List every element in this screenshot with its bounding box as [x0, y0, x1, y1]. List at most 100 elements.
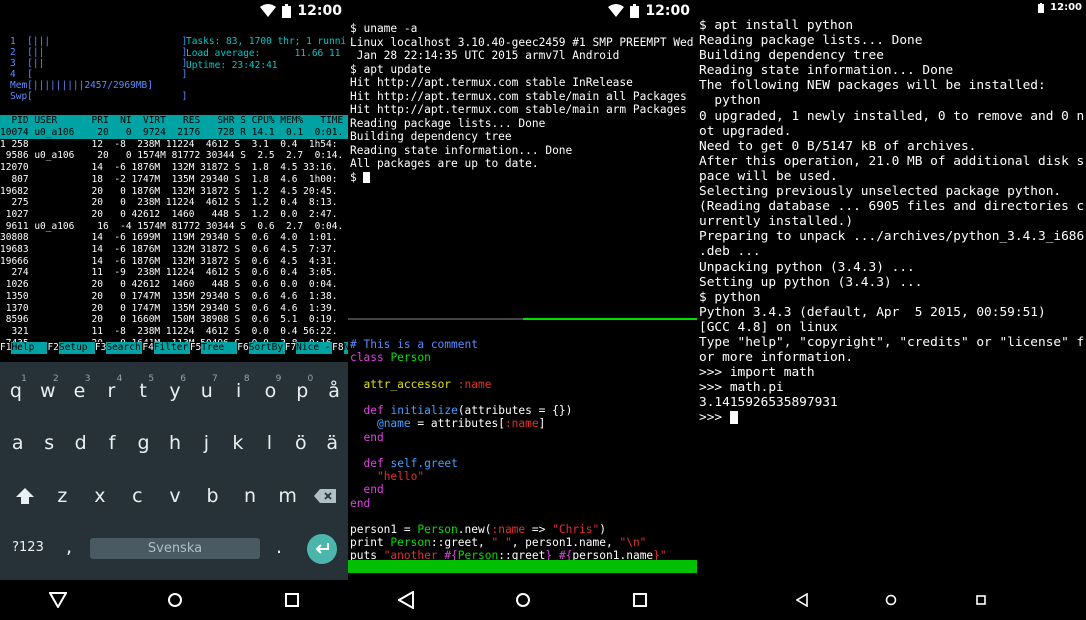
key-hint: 8 [243, 374, 250, 384]
python-terminal[interactable]: $ apt install python Reading package list… [699, 18, 1084, 426]
key-g[interactable]: g [129, 422, 159, 464]
terminal-line: Selecting previously unselected package … [699, 184, 1062, 200]
terminal-line: >>> math.pi [699, 380, 784, 396]
process-row[interactable]: 274 11 -9 238M 11224 4612 S 0.6 0.4 3:05… [0, 267, 350, 279]
key-r[interactable]: r4 [96, 370, 126, 412]
terminal-line: $ python [699, 289, 761, 305]
process-row[interactable]: 1027 20 0 42612 1460 448 S 1.2 0.0 2:47. [0, 209, 350, 221]
enter-icon [315, 543, 329, 554]
fkey-tree[interactable]: F5 Tree [189, 342, 238, 354]
key-y[interactable]: y6 [160, 370, 190, 412]
key-b[interactable]: b [198, 475, 228, 517]
symbols-key[interactable]: ?123 [8, 526, 48, 568]
key-p[interactable]: p0 [287, 370, 317, 412]
shift-icon [15, 488, 34, 504]
key-f[interactable]: f [97, 422, 127, 464]
home-button[interactable] [160, 585, 190, 615]
status-bar: 12:00 [0, 0, 350, 24]
terminal-line: Building dependency tree [350, 130, 512, 143]
key-x[interactable]: x [85, 475, 115, 517]
key-c[interactable]: c [122, 475, 152, 517]
enter-key[interactable] [307, 534, 337, 564]
keyboard-row-3: zxcvbnm [0, 475, 350, 517]
back-button[interactable] [787, 585, 817, 615]
init-args: (attributes = {}) [457, 404, 573, 418]
key-h[interactable]: h [160, 422, 190, 464]
key-j[interactable]: j [191, 422, 221, 464]
process-row[interactable]: 1370 20 0 1747M 135M 29340 S 0.6 4.6 1:3… [0, 303, 350, 315]
process-row[interactable]: 807 18 -2 1747M 135M 29340 S 1.8 4.6 1h0… [0, 174, 350, 186]
back-button[interactable] [391, 585, 421, 615]
tmux-top-pane[interactable]: $ uname -a Linux localhost 3.10.40-geec24… [350, 22, 694, 184]
terminal-line: or more information. [699, 350, 854, 366]
process-row[interactable]: 19682 20 0 1876M 132M 31872 S 1.2 4.5 20… [0, 186, 350, 198]
space-bar[interactable]: Svenska [90, 538, 260, 559]
process-row[interactable]: 9611 u0_a106 16 -4 1574M 81772 30344 S 0… [0, 221, 350, 233]
process-row[interactable]: 275 20 0 238M 11224 4612 S 1.2 0.4 8:13. [0, 197, 350, 209]
recents-button[interactable] [966, 585, 996, 615]
fkey-help[interactable]: F1 Help [0, 342, 48, 354]
process-row[interactable]: 12070 14 -6 1876M 132M 31872 S 1.8 4.5 3… [0, 162, 350, 174]
key-i[interactable]: i8 [224, 370, 254, 412]
fkey-label: Filter [153, 342, 190, 354]
key-e[interactable]: e3 [65, 370, 95, 412]
process-row[interactable]: 321 11 -8 238M 11224 4612 S 0.0 0.4 56:2… [0, 326, 350, 338]
backspace-key[interactable] [310, 475, 340, 517]
key-v[interactable]: v [160, 475, 190, 517]
recents-button[interactable] [625, 585, 655, 615]
process-row[interactable]: 1350 20 0 1747M 135M 29340 S 0.6 4.6 1:3… [0, 291, 350, 303]
key-s[interactable]: s [34, 422, 64, 464]
vim-ruby-pane[interactable]: # This is a comment class Person attr_ac… [350, 325, 667, 563]
clock: 12:00 [645, 3, 690, 19]
cpu-meter-line: Swp[ ] [10, 91, 188, 102]
key-z[interactable]: z [47, 475, 77, 517]
key-å[interactable]: å [319, 370, 349, 412]
recents-button[interactable] [277, 585, 307, 615]
key-m[interactable]: m [273, 475, 303, 517]
process-row[interactable]: 30808 14 -6 1699M 119M 29340 S 0.6 4.0 1… [0, 232, 350, 244]
code-token: ::greet, [430, 536, 492, 550]
back-button[interactable] [43, 585, 73, 615]
key-hint: 7 [212, 374, 218, 384]
key-a[interactable]: a [3, 422, 33, 464]
fkey-setup[interactable]: F2 Setup [47, 342, 95, 354]
keyword-end: end [363, 483, 384, 497]
cursor [729, 411, 738, 425]
fkey-sortby[interactable]: F6 SortBy [237, 342, 285, 354]
process-row[interactable]: 8596 20 0 1660M 150M 38908 S 0.6 5.1 0:1… [0, 314, 350, 326]
key-q[interactable]: q1 [1, 370, 31, 412]
key-k[interactable]: k [223, 422, 253, 464]
key-ö[interactable]: ö [286, 422, 316, 464]
key-n[interactable]: n [235, 475, 265, 517]
key-ä[interactable]: ä [317, 422, 347, 464]
fkey-nice[interactable]: F7 Nice - [284, 342, 333, 354]
home-button[interactable] [508, 585, 538, 615]
home-icon [515, 593, 530, 607]
fkey-search[interactable]: F3 Search [94, 342, 143, 354]
process-row[interactable]: 19683 14 -6 1876M 132M 31872 S 0.6 4.5 7… [0, 244, 350, 256]
key-t[interactable]: t5 [128, 370, 158, 412]
process-row[interactable]: 9586 u0_a106 20 0 1574M 81772 30344 S 2.… [0, 150, 350, 162]
key-l[interactable]: l [254, 422, 284, 464]
process-row[interactable]: 1 258 12 -8 238M 11224 4612 S 3.1 0.4 1h… [0, 139, 350, 151]
comma-key[interactable]: , [54, 526, 84, 568]
process-row[interactable]: 19666 14 -6 1876M 132M 31872 S 0.6 4.5 4… [0, 256, 350, 268]
terminal-line: python [699, 93, 761, 109]
process-row[interactable]: 1026 20 0 42612 1460 448 S 0.6 0.0 0:04. [0, 279, 350, 291]
key-u[interactable]: u7 [192, 370, 222, 412]
code-token: Person [390, 536, 431, 550]
clock: 12:00 [297, 3, 342, 19]
terminal-line: All packages are up to date. [350, 157, 539, 170]
home-button[interactable] [876, 585, 906, 615]
period-key[interactable]: . [264, 526, 294, 568]
key-d[interactable]: d [66, 422, 96, 464]
key-w[interactable]: w2 [33, 370, 63, 412]
fkey-filter[interactable]: F4 Filter [142, 342, 190, 354]
code-token: .new( [457, 523, 492, 537]
shift-key[interactable] [10, 475, 40, 517]
terminal-line: Hit http://apt.termux.com stable/main al… [350, 89, 687, 103]
fkey-number: F6 [237, 342, 249, 354]
process-row[interactable]: 10074 u0_a106 20 0 9724 2176 728 R 14.1 … [0, 127, 350, 139]
fkey-number: F1 [0, 342, 12, 354]
key-o[interactable]: o9 [255, 370, 285, 412]
